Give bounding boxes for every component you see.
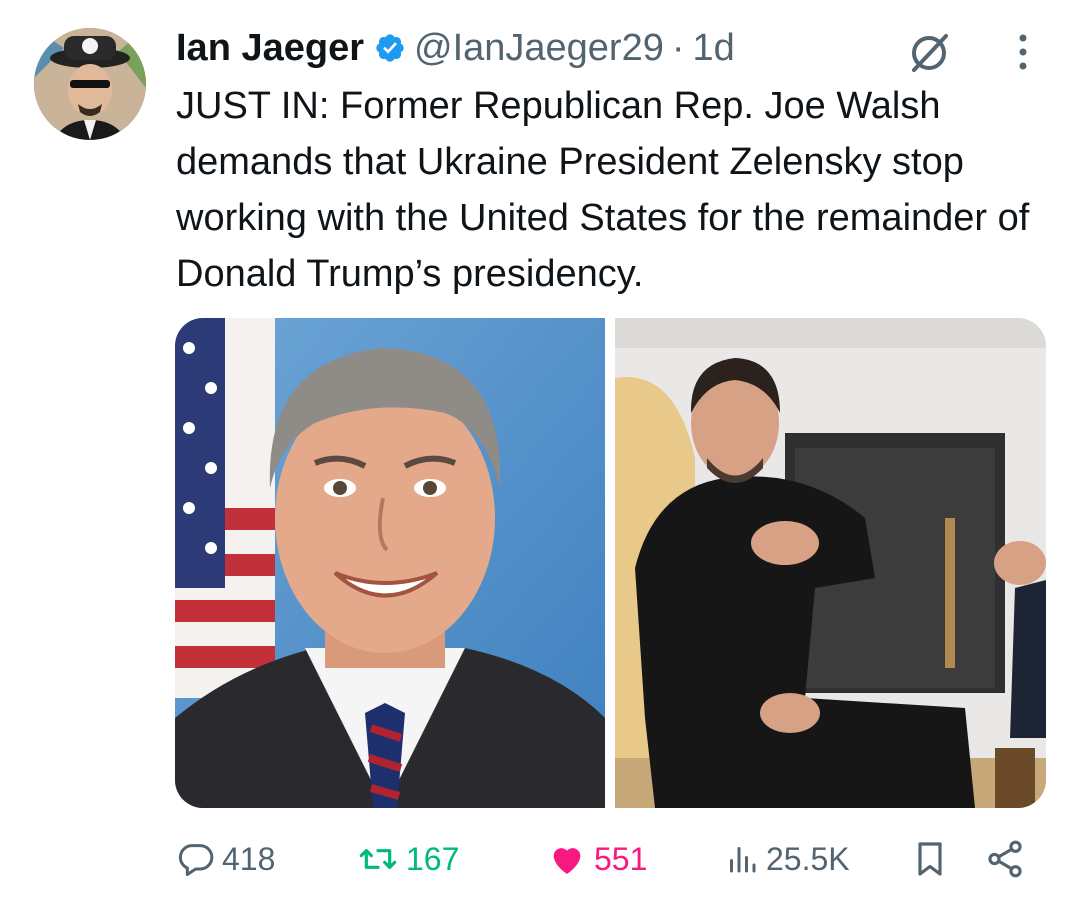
share-icon <box>988 840 1022 878</box>
bookmark-button[interactable] <box>910 836 950 882</box>
media-photo-left[interactable] <box>175 318 605 808</box>
views-bar-chart-icon <box>730 847 756 873</box>
tweet-actions: 418 167 551 25.5K <box>176 836 1036 882</box>
bookmark-icon <box>918 842 942 876</box>
author-handle[interactable]: @IanJaeger29 <box>414 27 664 70</box>
tweet-text: JUST IN: Former Republican Rep. Joe Wals… <box>176 85 1030 295</box>
author-name[interactable]: Ian Jaeger <box>176 27 364 70</box>
heart-filled-icon <box>553 848 581 874</box>
author-avatar[interactable] <box>34 28 146 140</box>
retweet-icon <box>359 849 397 869</box>
retweet-button[interactable]: 167 <box>356 836 459 882</box>
grok-icon[interactable] <box>906 30 952 76</box>
verified-badge-icon <box>376 34 404 62</box>
views-count: 25.5K <box>766 840 850 877</box>
tweet-media[interactable] <box>175 318 1046 808</box>
separator-dot: · <box>671 26 685 69</box>
share-button[interactable] <box>984 836 1026 882</box>
tweet-header: Ian Jaeger @IanJaeger29 · 1d <box>176 22 735 74</box>
portrait-photo <box>175 318 605 808</box>
retweet-count: 167 <box>406 840 460 877</box>
media-photo-right[interactable] <box>615 318 1046 808</box>
avatar-image <box>34 28 146 140</box>
views-button[interactable]: 25.5K <box>724 836 850 882</box>
tweet-time[interactable]: 1d <box>693 27 735 70</box>
like-count: 551 <box>594 840 648 877</box>
more-vertical-icon[interactable] <box>1006 30 1040 74</box>
reply-button[interactable]: 418 <box>176 836 275 882</box>
like-button[interactable]: 551 <box>546 836 647 882</box>
meeting-photo <box>615 318 1046 808</box>
reply-bubble-icon <box>178 844 214 876</box>
reply-count: 418 <box>222 840 276 877</box>
